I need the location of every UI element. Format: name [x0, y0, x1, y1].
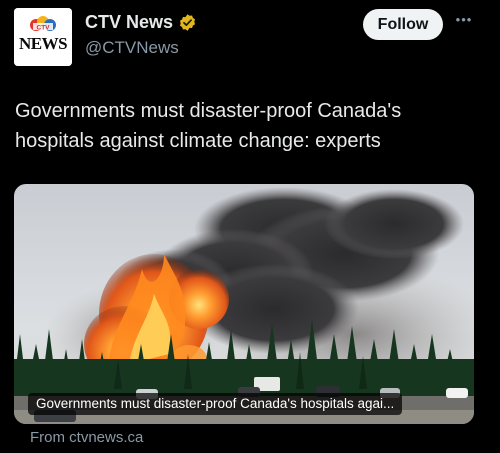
follow-button[interactable]: Follow — [363, 9, 443, 40]
post-text: Governments must disaster-proof Canada's… — [15, 100, 402, 152]
handle[interactable]: @CTVNews — [85, 38, 179, 58]
avatar-logo-text: NEWS — [18, 34, 68, 53]
display-name-label: CTV News — [85, 12, 174, 32]
display-name[interactable]: CTV News — [85, 12, 197, 33]
more-icon[interactable]: ••• — [452, 12, 476, 28]
avatar[interactable]: CTV NEWS — [14, 8, 72, 66]
link-card-caption: Governments must disaster-proof Canada's… — [28, 393, 403, 415]
verified-badge-icon — [180, 14, 196, 31]
wildfire-image — [14, 184, 474, 424]
svg-text:CTV: CTV — [37, 25, 51, 32]
link-card-image[interactable]: Governments must disaster-proof Canada's… — [14, 184, 474, 424]
source-link[interactable]: From ctvnews.ca — [30, 429, 143, 446]
